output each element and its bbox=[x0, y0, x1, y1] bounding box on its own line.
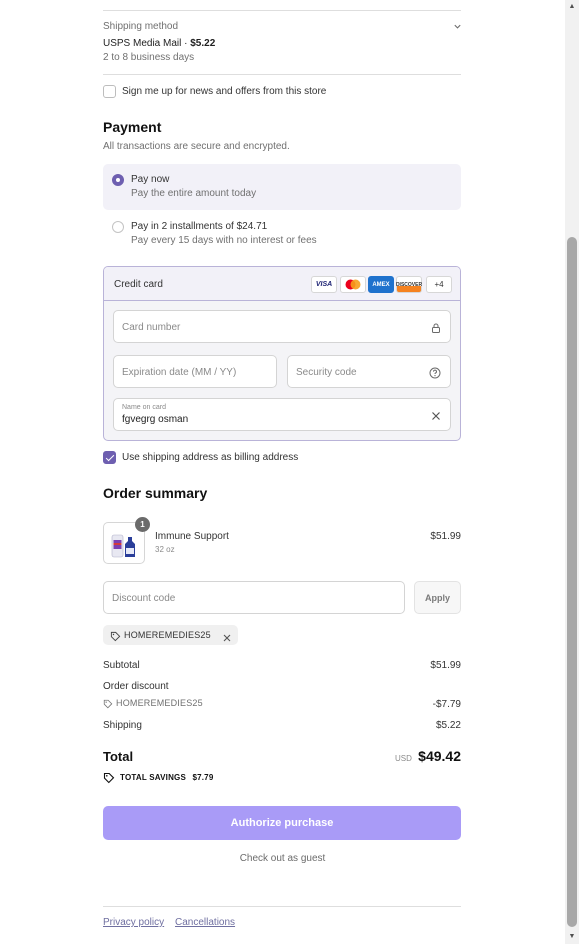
billing-same-label: Use shipping address as billing address bbox=[122, 452, 299, 463]
payment-heading: Payment bbox=[103, 119, 162, 135]
clear-icon[interactable] bbox=[430, 409, 442, 421]
divider-shipping bbox=[103, 74, 461, 75]
scrollbar-thumb[interactable] bbox=[567, 237, 577, 927]
product-name: Immune Support bbox=[155, 531, 229, 542]
amex-icon: AMEX bbox=[368, 276, 394, 293]
divider-footer bbox=[103, 906, 461, 907]
pay-installments-radio[interactable] bbox=[112, 221, 124, 233]
shipping-value: $5.22 bbox=[435, 720, 461, 731]
discount-code-placeholder: Discount code bbox=[112, 593, 176, 604]
expiration-date-field[interactable]: Expiration date (MM / YY) bbox=[113, 355, 277, 388]
pay-installments-subtitle: Pay every 15 days with no interest or fe… bbox=[131, 235, 317, 246]
tag-icon bbox=[110, 629, 121, 647]
name-on-card-label: Name on card bbox=[122, 404, 166, 411]
divider-top bbox=[103, 10, 461, 11]
currency-code: USD bbox=[395, 754, 412, 763]
total-savings-label: TOTAL SAVINGS bbox=[120, 773, 187, 782]
credit-card-panel: Credit card VISA AMEX DISCOVER +4 Card n… bbox=[103, 266, 461, 441]
order-discount-code: HOMEREMEDIES25 bbox=[116, 698, 203, 708]
chevron-down-icon[interactable] bbox=[453, 22, 463, 32]
privacy-policy-link[interactable]: Privacy policy bbox=[103, 917, 164, 928]
more-brands-badge: +4 bbox=[426, 276, 452, 293]
savings-tag-icon bbox=[103, 771, 115, 789]
discover-icon: DISCOVER bbox=[396, 276, 422, 293]
remove-discount-icon[interactable] bbox=[222, 630, 232, 648]
total-value: $49.42 bbox=[418, 748, 461, 764]
newsletter-checkbox[interactable] bbox=[103, 85, 116, 98]
cancellations-link[interactable]: Cancellations bbox=[175, 917, 235, 928]
discount-chip-code: HOMEREMEDIES25 bbox=[124, 630, 211, 640]
total-savings: TOTAL SAVINGS $7.79 bbox=[120, 773, 213, 782]
order-discount-code-row: HOMEREMEDIES25 bbox=[103, 698, 203, 711]
discount-code-input[interactable]: Discount code bbox=[103, 581, 405, 614]
checkout-as-guest-link[interactable]: Check out as guest bbox=[0, 853, 565, 864]
help-icon[interactable] bbox=[429, 366, 441, 379]
lock-icon bbox=[430, 321, 442, 333]
security-code-field[interactable]: Security code bbox=[287, 355, 451, 388]
scroll-up-arrow-icon[interactable]: ▲ bbox=[566, 1, 578, 13]
pay-now-subtitle: Pay the entire amount today bbox=[131, 188, 257, 199]
credit-card-title: Credit card bbox=[114, 279, 163, 290]
scroll-down-arrow-icon[interactable]: ▼ bbox=[566, 931, 578, 943]
pay-installments-title: Pay in 2 installments of $24.71 bbox=[131, 221, 268, 232]
payment-subtitle: All transactions are secure and encrypte… bbox=[103, 141, 290, 152]
total-label: Total bbox=[103, 749, 134, 764]
visa-icon: VISA bbox=[311, 276, 337, 293]
card-number-field[interactable]: Card number bbox=[113, 310, 451, 343]
order-discount-value: -$7.79 bbox=[432, 699, 461, 710]
mastercard-icon bbox=[340, 276, 366, 293]
shipping-method-value: USPS Media Mail · $5.22 bbox=[103, 38, 215, 49]
product-size: 32 oz bbox=[155, 545, 175, 554]
pay-now-radio[interactable] bbox=[112, 174, 124, 186]
name-on-card-value: fgvegrg osman bbox=[122, 414, 189, 425]
pay-now-title: Pay now bbox=[131, 174, 170, 185]
card-number-placeholder: Card number bbox=[122, 322, 181, 333]
apply-discount-button[interactable]: Apply bbox=[414, 581, 461, 614]
billing-same-checkbox[interactable] bbox=[103, 451, 116, 464]
discount-tag-icon bbox=[103, 699, 113, 711]
order-discount-label: Order discount bbox=[103, 681, 169, 692]
total-savings-value: $7.79 bbox=[192, 773, 214, 782]
newsletter-label: Sign me up for news and offers from this… bbox=[122, 86, 327, 97]
shipping-method-label: Shipping method bbox=[103, 21, 179, 32]
security-code-placeholder: Security code bbox=[296, 367, 357, 378]
shipping-price: $5.22 bbox=[190, 38, 216, 49]
expiration-placeholder: Expiration date (MM / YY) bbox=[122, 367, 237, 378]
pay-installments-option[interactable]: Pay in 2 installments of $24.71 Pay ever… bbox=[103, 212, 461, 258]
authorize-purchase-button[interactable]: Authorize purchase bbox=[103, 806, 461, 840]
order-summary-heading: Order summary bbox=[103, 485, 208, 501]
shipping-days: 2 to 8 business days bbox=[103, 52, 195, 63]
quantity-badge: 1 bbox=[135, 517, 150, 532]
discount-chip: HOMEREMEDIES25 bbox=[103, 625, 238, 645]
shipping-label: Shipping bbox=[103, 720, 142, 731]
credit-card-header[interactable]: Credit card VISA AMEX DISCOVER +4 bbox=[104, 267, 460, 301]
name-on-card-field[interactable]: Name on card fgvegrg osman bbox=[113, 398, 451, 431]
subtotal-label: Subtotal bbox=[103, 660, 140, 671]
pay-now-option[interactable]: Pay now Pay the entire amount today bbox=[103, 164, 461, 210]
subtotal-value: $51.99 bbox=[430, 660, 461, 671]
product-price: $51.99 bbox=[430, 531, 461, 542]
shipping-method-name: USPS Media Mail · bbox=[103, 38, 191, 49]
